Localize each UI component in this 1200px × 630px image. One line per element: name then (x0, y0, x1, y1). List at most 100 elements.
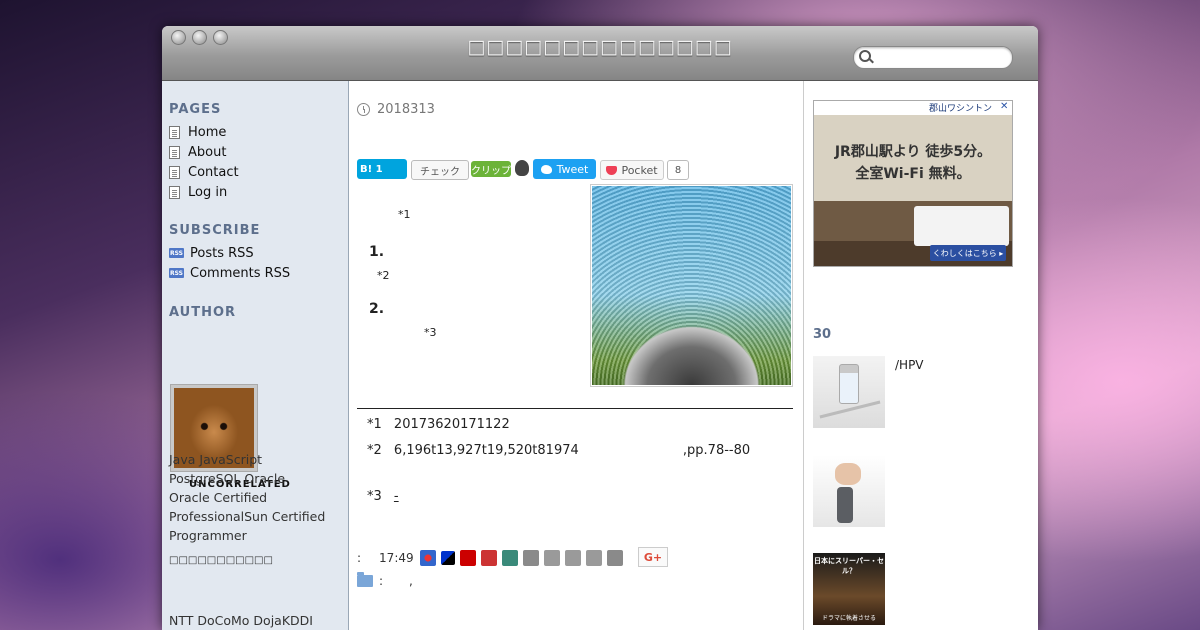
search-input[interactable] (876, 49, 1008, 67)
tumblr-icon[interactable] (522, 550, 539, 566)
sidebar-item-home[interactable]: Home (169, 123, 226, 141)
sn-icon[interactable] (501, 550, 518, 566)
list-number: 2. (369, 301, 385, 317)
author-bio: Java JavaScript PostgreSQL Oracle Oracle… (169, 450, 339, 545)
search-box[interactable] (853, 46, 1013, 69)
category-separator: , (409, 574, 413, 588)
browser-window: □□□□□□□□□□□□□□ PAGES Home About Contact … (162, 26, 1038, 630)
device-thumbnail[interactable] (813, 455, 885, 527)
bio-line: Programmer (169, 528, 247, 543)
garbage-pile-image (590, 184, 793, 387)
footnote-3: *3 - (367, 489, 429, 504)
bio-line: NTT DoCoMo DojaKDDI (169, 613, 313, 628)
popular-post-title[interactable]: /HPV (895, 358, 924, 372)
ad-headline: JR郡山駅より 徒歩5分。 (834, 144, 992, 160)
footnote-ref[interactable]: *1 (398, 208, 411, 221)
page-icon (169, 165, 180, 179)
twitter-bird-icon (540, 164, 552, 174)
list-number: 1. (369, 244, 385, 260)
tweet-label: Tweet (556, 162, 589, 176)
footnote-text: 6,196t13,927t19,520t81974 (393, 443, 579, 458)
delicious-icon[interactable] (440, 551, 455, 565)
pocket-count: 8 (667, 160, 689, 180)
share-icon[interactable] (419, 550, 436, 566)
tweet-button[interactable]: Tweet (533, 159, 596, 179)
footnote-2: *2 6,196t13,927t19,520t81974 ,pp.78--80 (367, 443, 750, 458)
meta-prefix: : (357, 551, 362, 565)
footnote-pages: ,pp.78--80 (682, 443, 751, 458)
bio-line: Oracle Certified (169, 490, 268, 505)
sidebar-item-contact[interactable]: Contact (169, 163, 239, 181)
sidebar-item-label: Home (188, 124, 227, 140)
pocket-button[interactable]: Pocket (600, 160, 664, 180)
subscribe-heading: SUBSCRIBE (169, 223, 261, 238)
google-plus-button[interactable]: G+ (638, 547, 668, 567)
ad-bed-image (914, 206, 1009, 246)
author-heading: AUTHOR (169, 305, 237, 320)
post-meta: : 17:49 (357, 550, 628, 566)
comments-rss-link[interactable]: RSS Comments RSS (169, 264, 290, 282)
left-sidebar: PAGES Home About Contact Log in SUBSCRIB… (162, 81, 349, 630)
hatena-label: B! 1 (360, 163, 383, 175)
title-bar: □□□□□□□□□□□□□□ (162, 26, 1038, 81)
footnote-ref[interactable]: *2 (377, 269, 390, 282)
post-category: : , (357, 572, 413, 588)
clip-button[interactable]: クリップ (471, 161, 511, 177)
clip-label: クリップ (471, 165, 511, 177)
twitter-icon[interactable] (585, 550, 602, 566)
bio-line: PostgreSQL Oracle (169, 471, 286, 486)
footnote-ref[interactable]: *3 (424, 326, 437, 339)
ad-close-icon[interactable]: ✕ (1000, 102, 1010, 112)
footnote-link[interactable]: - (394, 489, 429, 504)
ad-details-button[interactable]: くわしくはこちら ▸ (930, 245, 1006, 261)
post-date: 2018313 (357, 102, 435, 117)
movie-caption-top: 日本にスリーパー・セル？ (814, 557, 884, 575)
vaccine-thumbnail[interactable] (813, 356, 885, 428)
ad-brand: 郡山ワシントン (814, 101, 1012, 115)
hatena-bookmark-button[interactable]: B! 1 (357, 159, 407, 179)
post-date-text: 2018313 (377, 102, 435, 117)
hotel-ad-banner[interactable]: 郡山ワシントン ✕ JR郡山駅より 徒歩5分。 全室Wi-Fi 無料。 くわしく… (813, 100, 1013, 267)
check-label: チェック (420, 166, 460, 178)
footnote-number[interactable]: *3 (367, 489, 382, 504)
page-icon (169, 125, 180, 139)
page-icon (169, 145, 180, 159)
footnote-number[interactable]: *1 (367, 417, 382, 432)
clip-share-icon[interactable] (480, 550, 497, 566)
blogger-icon[interactable] (564, 550, 581, 566)
category-prefix: : (379, 574, 384, 588)
movie-thumbnail[interactable]: 日本にスリーパー・セル？ ドラマに執着させる (813, 553, 885, 625)
movie-caption-bottom: ドラマに執着させる (821, 615, 876, 622)
page-icon (169, 185, 180, 199)
newsing-icon[interactable] (459, 550, 476, 566)
rss-icon: RSS (169, 248, 184, 258)
bio-line: □□□□□□□□□□□ (169, 555, 273, 566)
footnote-text: 20173620171122 (393, 417, 510, 432)
sidebar-item-about[interactable]: About (169, 143, 226, 161)
footnote-1: *1 20173620171122 (367, 417, 510, 432)
pages-heading: PAGES (169, 102, 222, 117)
rss-icon: RSS (169, 268, 184, 278)
search-icon (859, 50, 871, 62)
post-time: 17:49 (379, 551, 414, 565)
pocket-label: Pocket (621, 163, 658, 177)
posts-rss-link[interactable]: RSS Posts RSS (169, 244, 254, 262)
pocket-icon (606, 165, 618, 175)
footnote-number[interactable]: *2 (367, 443, 382, 458)
sidebar-item-label: About (188, 144, 227, 160)
right-sidebar: 郡山ワシントン ✕ JR郡山駅より 徒歩5分。 全室Wi-Fi 無料。 くわしく… (803, 81, 1038, 630)
gmail-icon[interactable] (543, 550, 560, 566)
posts-rss-label: Posts RSS (190, 245, 254, 261)
clock-icon (357, 103, 370, 116)
folder-icon (357, 572, 373, 587)
comments-rss-label: Comments RSS (190, 265, 291, 281)
post-content: 2018313 B! 1 チェック クリップ Tweet Pocket 8 *1… (349, 81, 802, 630)
evernote-icon[interactable] (515, 160, 529, 176)
footnote-divider (357, 408, 793, 409)
ad-subline: 全室Wi-Fi 無料。 (855, 166, 971, 182)
facebook-icon[interactable] (606, 550, 623, 566)
popular-heading: 30 (813, 327, 832, 342)
sidebar-item-login[interactable]: Log in (169, 183, 227, 201)
bio-line: ProfessionalSun Certified (169, 509, 326, 524)
mixi-check-button[interactable]: チェック (411, 160, 469, 180)
